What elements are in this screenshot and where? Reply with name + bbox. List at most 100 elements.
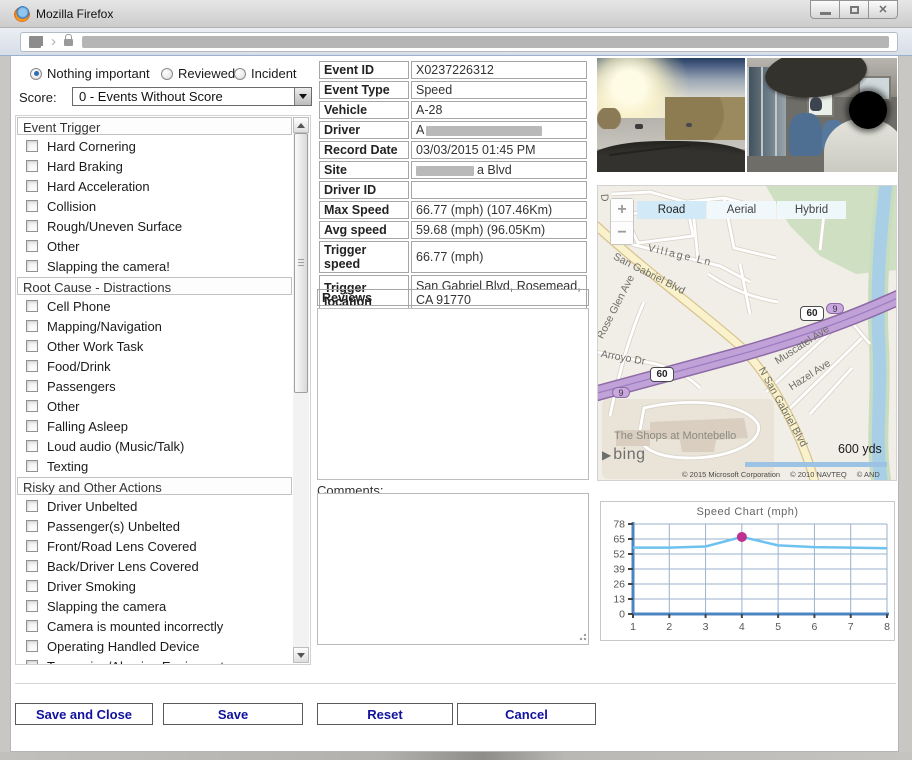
checkbox-row[interactable]: Passenger(s) Unbelted [16,516,293,536]
checkbox[interactable] [26,640,38,652]
restore-button[interactable] [839,0,869,19]
detail-value: A [411,121,587,139]
tab-road[interactable]: Road [637,201,706,219]
address-bar[interactable]: › [20,32,898,52]
checkbox-row[interactable]: Hard Braking [16,156,293,176]
scrollbar-up-icon[interactable] [293,117,309,133]
checkbox[interactable] [26,360,38,372]
map-view-tabs: Road Aerial Hybrid [637,201,847,219]
table-row: VehicleA-28 [319,101,587,119]
checkbox-row[interactable]: Other [16,396,293,416]
dropdown-arrow-icon[interactable] [294,88,311,105]
checkbox[interactable] [26,440,38,452]
cancel-button[interactable]: Cancel [457,703,596,725]
scrollbar-down-icon[interactable] [293,647,309,663]
checkbox-row[interactable]: Operating Handled Device [16,636,293,656]
score-value: 0 - Events Without Score [73,89,294,104]
checkbox[interactable] [26,160,38,172]
checkbox-row[interactable]: Camera is mounted incorrectly [16,616,293,636]
detail-value: A-28 [411,101,587,119]
checkbox-row[interactable]: Slapping the camera [16,596,293,616]
tab-aerial[interactable]: Aerial [707,201,776,219]
checkbox[interactable] [26,180,38,192]
checkbox[interactable] [26,540,38,552]
checkbox-row[interactable]: Passengers [16,376,293,396]
checkbox-row[interactable]: Tampering/Abusing Equipment [16,656,293,664]
checkbox[interactable] [26,420,38,432]
reviews-header: Reviews [317,289,589,306]
comments-textarea[interactable] [317,493,589,645]
checkbox[interactable] [26,340,38,352]
checkbox[interactable] [26,260,38,272]
checkbox-row[interactable]: Hard Acceleration [16,176,293,196]
checkbox-row[interactable]: Other [16,236,293,256]
bing-logo: ▶ bing [602,446,645,464]
checkbox-row[interactable]: Other Work Task [16,336,293,356]
save-and-close-button[interactable]: Save and Close [15,703,153,725]
radio-option-reviewed[interactable]: Reviewed [161,66,235,81]
checkbox-row[interactable]: Front/Road Lens Covered [16,536,293,556]
x-tick-label: 4 [739,621,745,633]
checkbox[interactable] [26,300,38,312]
checkbox-row[interactable]: Hard Cornering [16,136,293,156]
checkbox[interactable] [26,240,38,252]
checkbox[interactable] [26,140,38,152]
close-button[interactable]: ✕ [868,0,898,19]
table-row: Record Date03/03/2015 01:45 PM [319,141,587,159]
checkbox[interactable] [26,580,38,592]
chart-title: Speed Chart (mph) [601,506,894,518]
checkbox-label: Driver Unbelted [47,499,137,514]
save-button[interactable]: Save [163,703,303,725]
checkbox-row[interactable]: Loud audio (Music/Talk) [16,436,293,456]
checkbox[interactable] [26,660,38,664]
map-scale-label: 600 yds [838,442,882,456]
checkbox[interactable] [26,200,38,212]
checkbox-row[interactable]: Falling Asleep [16,416,293,436]
checkbox-row[interactable]: Collision [16,196,293,216]
checkbox-label: Driver Smoking [47,579,136,594]
radio-reviewed[interactable] [161,68,173,80]
checkbox[interactable] [26,620,38,632]
radio-incident[interactable] [234,68,246,80]
checkbox[interactable] [26,320,38,332]
x-tick-label: 7 [848,621,854,633]
checkbox-row[interactable]: Food/Drink [16,356,293,376]
zoom-out-button[interactable]: − [611,222,633,244]
checkbox-row[interactable]: Driver Unbelted [16,496,293,516]
checkbox-label: Other [47,239,80,254]
resize-grip-icon[interactable] [577,633,587,643]
checkbox[interactable] [26,500,38,512]
checkbox-row[interactable]: Back/Driver Lens Covered [16,556,293,576]
checkbox[interactable] [26,460,38,472]
scrollbar-thumb[interactable] [294,133,308,393]
street-label: D [598,193,611,202]
reset-button[interactable]: Reset [317,703,453,725]
zoom-in-button[interactable]: + [611,199,633,221]
checkbox-label: Front/Road Lens Covered [47,539,197,554]
radio-nothing-important[interactable] [30,68,42,80]
table-row: Driver ID [319,181,587,199]
tab-hybrid[interactable]: Hybrid [777,201,846,219]
checkbox[interactable] [26,520,38,532]
checkbox[interactable] [26,380,38,392]
checkbox-label: Hard Acceleration [47,179,150,194]
score-dropdown[interactable]: 0 - Events Without Score [72,87,312,106]
checkbox[interactable] [26,600,38,612]
checkbox-row[interactable]: Slapping the camera! [16,256,293,276]
checkbox-row[interactable]: Rough/Uneven Surface [16,216,293,236]
bing-map[interactable]: Village Ln San Gabriel Blvd Rose Glen Av… [597,185,897,481]
checkbox-label: Loud audio (Music/Talk) [47,439,184,454]
checkbox[interactable] [26,560,38,572]
checkbox-row[interactable]: Cell Phone [16,296,293,316]
checkbox[interactable] [26,220,38,232]
table-row: Event TypeSpeed [319,81,587,99]
checkbox-row[interactable]: Mapping/Navigation [16,316,293,336]
checkbox-row[interactable]: Driver Smoking [16,576,293,596]
minimize-button[interactable] [810,0,840,19]
checkbox-row[interactable]: Texting [16,456,293,476]
radio-option-incident[interactable]: Incident [234,66,297,81]
radio-option-nothing-important[interactable]: Nothing important [30,66,150,81]
checkbox[interactable] [26,400,38,412]
scrollbar[interactable] [293,117,309,663]
section-header-root-cause: Root Cause - Distractions [17,277,292,295]
